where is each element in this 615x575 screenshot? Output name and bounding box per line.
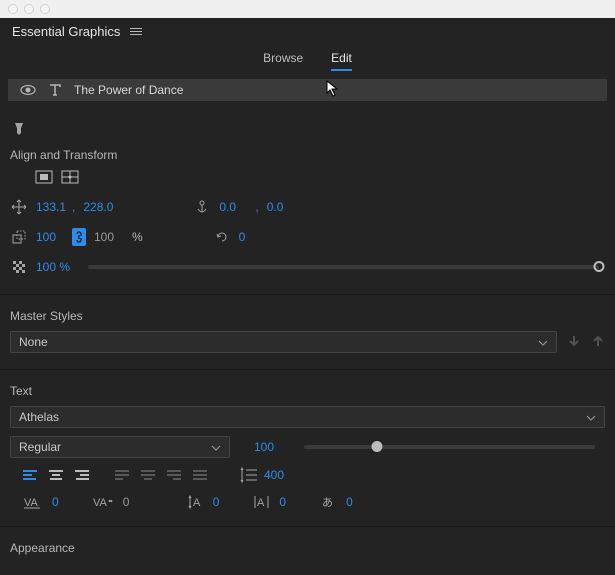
tracking-value[interactable]: 0 xyxy=(52,495,59,509)
divider xyxy=(0,369,615,370)
svg-text:VA: VA xyxy=(93,497,108,509)
scale-row: 100 100 % 0 xyxy=(10,222,605,252)
justify-all-icon[interactable] xyxy=(190,466,210,484)
font-select[interactable]: Athelas xyxy=(10,406,605,428)
extra-value[interactable]: 0 xyxy=(346,495,353,509)
opacity-icon xyxy=(10,259,28,275)
panel-header: Essential Graphics xyxy=(0,18,615,47)
section-appearance: Appearance xyxy=(0,535,615,559)
align-right-icon[interactable] xyxy=(72,466,92,484)
justify-center-icon[interactable] xyxy=(138,466,158,484)
section-master-styles: Master Styles xyxy=(0,303,615,327)
push-up-icon[interactable] xyxy=(591,334,605,351)
tracking-param: VA 0 xyxy=(24,495,59,509)
svg-text:A: A xyxy=(257,497,265,509)
align-left-icon[interactable] xyxy=(20,466,40,484)
chevron-down-icon xyxy=(586,410,596,424)
position-row: 133.1 , 228.0 0.0 , 0.0 xyxy=(10,192,605,222)
divider xyxy=(0,526,615,527)
scale-percent: % xyxy=(132,230,143,244)
scale-icon xyxy=(10,229,28,245)
weight-value: Regular xyxy=(19,440,61,454)
svg-text:A: A xyxy=(193,497,201,509)
position-comma: , xyxy=(72,200,75,214)
window-titlebar xyxy=(0,0,615,18)
text-layer-icon xyxy=(48,83,62,97)
close-dot[interactable] xyxy=(8,4,18,14)
tsume-icon: A xyxy=(253,494,271,510)
align-center-icon[interactable] xyxy=(46,466,66,484)
pin-tool-strip xyxy=(0,115,615,142)
faux-icon: あ xyxy=(320,494,338,510)
opacity-value[interactable]: 100 % xyxy=(36,260,78,274)
align-to-selection-icon[interactable] xyxy=(34,168,54,186)
rotation-value[interactable]: 0 xyxy=(239,230,279,244)
opacity-row: 100 % xyxy=(10,252,605,282)
master-styles-value: None xyxy=(19,335,48,349)
text-align-row: 400 xyxy=(0,462,615,488)
kerning-icon: VA xyxy=(93,495,115,509)
tabs: Browse Edit xyxy=(0,47,615,77)
rotation-icon xyxy=(213,229,231,245)
baseline-shift-icon: A xyxy=(187,494,205,510)
align-mode-row xyxy=(10,166,605,192)
font-size[interactable]: 100 xyxy=(254,440,284,454)
layer-name: The Power of Dance xyxy=(74,83,183,97)
justify-left-icon[interactable] xyxy=(112,466,132,484)
master-styles-row: None xyxy=(0,327,615,357)
font-size-slider[interactable] xyxy=(304,445,595,449)
opacity-slider[interactable] xyxy=(88,265,599,269)
leading-icon xyxy=(240,467,258,483)
position-x[interactable]: 133.1 xyxy=(36,200,76,214)
divider xyxy=(0,294,615,295)
baseline-value[interactable]: 0 xyxy=(213,495,220,509)
push-down-icon[interactable] xyxy=(567,334,581,351)
weight-row: Regular 100 xyxy=(0,432,615,462)
section-align-transform: Align and Transform xyxy=(0,142,615,166)
layer-row[interactable]: The Power of Dance xyxy=(8,79,607,101)
svg-text:あ: あ xyxy=(322,496,333,509)
anchor-icon xyxy=(193,199,211,215)
kerning-value[interactable]: 0 xyxy=(123,495,153,509)
text-metrics-row: VA 0 VA 0 A 0 A 0 あ 0 xyxy=(0,488,615,514)
section-text: Text xyxy=(0,378,615,402)
leading-value[interactable]: 400 xyxy=(264,468,284,482)
panel-title: Essential Graphics xyxy=(12,24,120,39)
extra-param: あ 0 xyxy=(320,494,353,510)
svg-text:VA: VA xyxy=(24,497,39,509)
tsume-value[interactable]: 0 xyxy=(279,495,286,509)
tab-edit[interactable]: Edit xyxy=(331,51,352,71)
panel-menu-icon[interactable] xyxy=(130,26,142,37)
justify-right-icon[interactable] xyxy=(164,466,184,484)
zoom-dot[interactable] xyxy=(40,4,50,14)
link-scale-icon[interactable] xyxy=(72,228,86,246)
anchor-x[interactable]: 0.0 xyxy=(219,200,259,214)
font-value: Athelas xyxy=(19,410,59,424)
align-to-frame-icon[interactable] xyxy=(60,168,80,186)
position-y[interactable]: 228.0 xyxy=(83,200,123,214)
position-icon xyxy=(10,199,28,215)
font-row: Athelas xyxy=(0,402,615,432)
anchor-y[interactable]: 0.0 xyxy=(267,200,307,214)
master-styles-select[interactable]: None xyxy=(10,331,557,353)
chevron-down-icon xyxy=(538,335,548,349)
tab-browse[interactable]: Browse xyxy=(263,51,303,71)
kerning-param: VA 0 xyxy=(93,495,153,509)
anchor-comma: , xyxy=(255,200,258,214)
pin-icon[interactable] xyxy=(12,121,26,135)
visibility-eye-icon[interactable] xyxy=(20,84,36,96)
minimize-dot[interactable] xyxy=(24,4,34,14)
tsume-param: A 0 xyxy=(253,494,286,510)
chevron-down-icon xyxy=(211,440,221,454)
scale-w[interactable]: 100 xyxy=(36,230,64,244)
scale-h[interactable]: 100 xyxy=(94,230,124,244)
baseline-param: A 0 xyxy=(187,494,220,510)
tracking-icon: VA xyxy=(24,495,44,509)
weight-select[interactable]: Regular xyxy=(10,436,230,458)
